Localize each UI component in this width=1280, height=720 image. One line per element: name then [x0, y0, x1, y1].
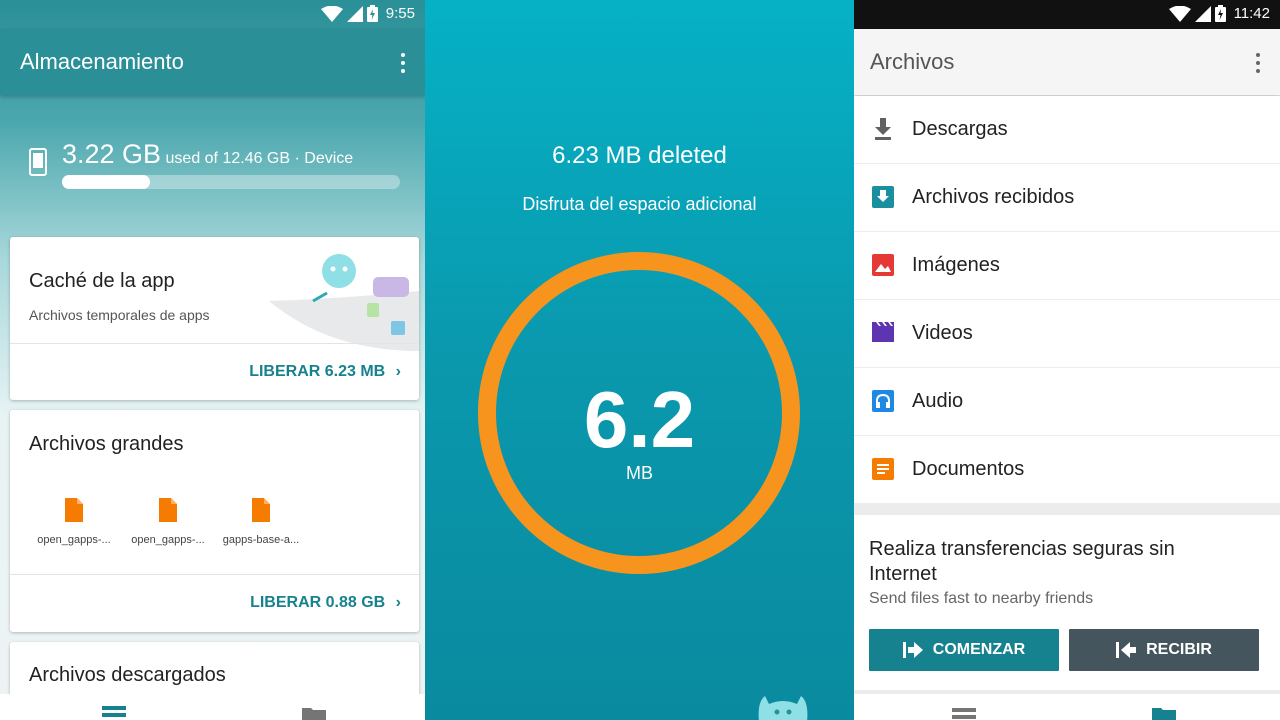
free-large-files-button[interactable]: LIBERAR 0.88 GB › [250, 594, 401, 612]
large-files-card[interactable]: Archivos grandes open_gapps-... open_gap… [10, 410, 419, 632]
status-time: 11:42 [1233, 5, 1270, 22]
promo-subtitle: Send files fast to nearby friends [869, 590, 1094, 607]
receive-arrow-icon [1116, 642, 1137, 658]
phone-icon [29, 148, 47, 176]
file-item[interactable]: gapps-base-a... [216, 498, 306, 546]
folder-tab-icon[interactable] [302, 706, 326, 720]
chevron-right-icon: › [395, 594, 401, 611]
storage-detail: used of 12.46 GB · Device [165, 150, 354, 167]
storage-tab-icon[interactable] [952, 708, 976, 720]
app-cache-card[interactable]: Caché de la app Archivos temporales de a… [10, 237, 419, 400]
more-options-icon[interactable] [1250, 51, 1266, 75]
category-label: Archivos recibidos [912, 186, 1075, 208]
category-label: Descargas [912, 118, 1008, 140]
battery-icon [1214, 5, 1226, 22]
deleted-message: 6.23 MB deleted [552, 142, 727, 169]
category-downloads[interactable]: Descargas [854, 96, 1280, 163]
category-label: Audio [912, 390, 964, 412]
storage-progress-fill [62, 175, 150, 189]
app-title: Archivos [870, 49, 955, 74]
cleaning-illustration [269, 254, 419, 351]
card-title: Caché de la app [29, 270, 175, 292]
video-icon [872, 322, 894, 342]
card-title: Archivos descargados [29, 664, 226, 686]
file-name: open_gapps-... [37, 534, 111, 546]
free-cache-button[interactable]: LIBERAR 6.23 MB › [249, 363, 401, 381]
mascot-illustration [758, 696, 808, 720]
card-divider [10, 343, 419, 344]
category-label: Imágenes [912, 254, 1000, 276]
category-documents[interactable]: Documentos [854, 436, 1280, 503]
freed-value: 6.2 [583, 375, 696, 464]
app-bar: Almacenamiento [0, 29, 425, 95]
more-options-icon[interactable] [395, 51, 411, 75]
card-title: Archivos grandes [29, 433, 184, 455]
document-icon [872, 458, 894, 480]
folder-tab-icon[interactable] [1152, 706, 1176, 720]
extra-space-message: Disfruta del espacio adicional [522, 194, 757, 214]
status-time: 9:55 [385, 5, 415, 22]
file-name: gapps-base-a... [222, 534, 300, 546]
file-item[interactable]: open_gapps-... [123, 498, 213, 546]
download-icon [875, 118, 891, 140]
file-icon [65, 498, 83, 522]
send-arrow-icon [902, 642, 923, 658]
storage-tab-icon[interactable] [102, 706, 126, 720]
promo-title: Realiza transferencias seguras sin Inter… [869, 538, 1175, 585]
card-divider [10, 574, 419, 575]
status-bar: 11:42 [854, 0, 1280, 29]
receive-button[interactable]: RECIBIR [1069, 629, 1259, 671]
free-cache-label: LIBERAR 6.23 MB [249, 363, 386, 380]
category-videos[interactable]: Videos [854, 300, 1280, 367]
receive-button-label: RECIBIR [1146, 641, 1212, 658]
status-bar: 9:55 [0, 0, 425, 29]
files-screen: 11:42 Archivos Descargas Archivos recibi… [854, 0, 1280, 720]
signal-icon [1194, 5, 1211, 22]
image-icon [872, 254, 894, 276]
app-title: Almacenamiento [20, 49, 184, 74]
file-item[interactable]: open_gapps-... [29, 498, 119, 546]
start-button[interactable]: COMENZAR [869, 629, 1059, 671]
start-button-label: COMENZAR [932, 641, 1026, 658]
category-audio[interactable]: Audio [854, 368, 1280, 435]
wifi-icon [320, 5, 343, 22]
free-large-files-label: LIBERAR 0.88 GB [250, 594, 386, 611]
file-icon [252, 498, 270, 522]
chevron-right-icon: › [395, 363, 401, 380]
cleanup-result-screen: 6.23 MB deleted Disfruta del espacio adi… [425, 0, 854, 720]
category-received-files[interactable]: Archivos recibidos [854, 164, 1280, 231]
storage-used: 3.22 GB [62, 139, 162, 169]
wifi-icon [1168, 5, 1191, 22]
category-label: Videos [912, 322, 973, 344]
file-icon [159, 498, 177, 522]
storage-screen: 9:55 Almacenamiento 3.22 GB used of 12.4… [0, 0, 425, 720]
storage-summary: 3.22 GB used of 12.46 GB · Device [62, 139, 353, 170]
received-files-icon [872, 186, 894, 208]
app-bar: Archivos [854, 29, 1280, 95]
battery-icon [366, 5, 378, 22]
file-name: open_gapps-... [131, 534, 205, 546]
card-subtitle: Archivos temporales de apps [29, 307, 210, 323]
category-label: Documentos [912, 458, 1025, 480]
category-images[interactable]: Imágenes [854, 232, 1280, 299]
bottom-nav [854, 694, 1280, 720]
bottom-nav [0, 694, 425, 720]
headphones-icon [872, 390, 894, 412]
freed-unit: MB [626, 463, 653, 483]
signal-icon [346, 5, 363, 22]
storage-progress-bar [62, 175, 400, 189]
